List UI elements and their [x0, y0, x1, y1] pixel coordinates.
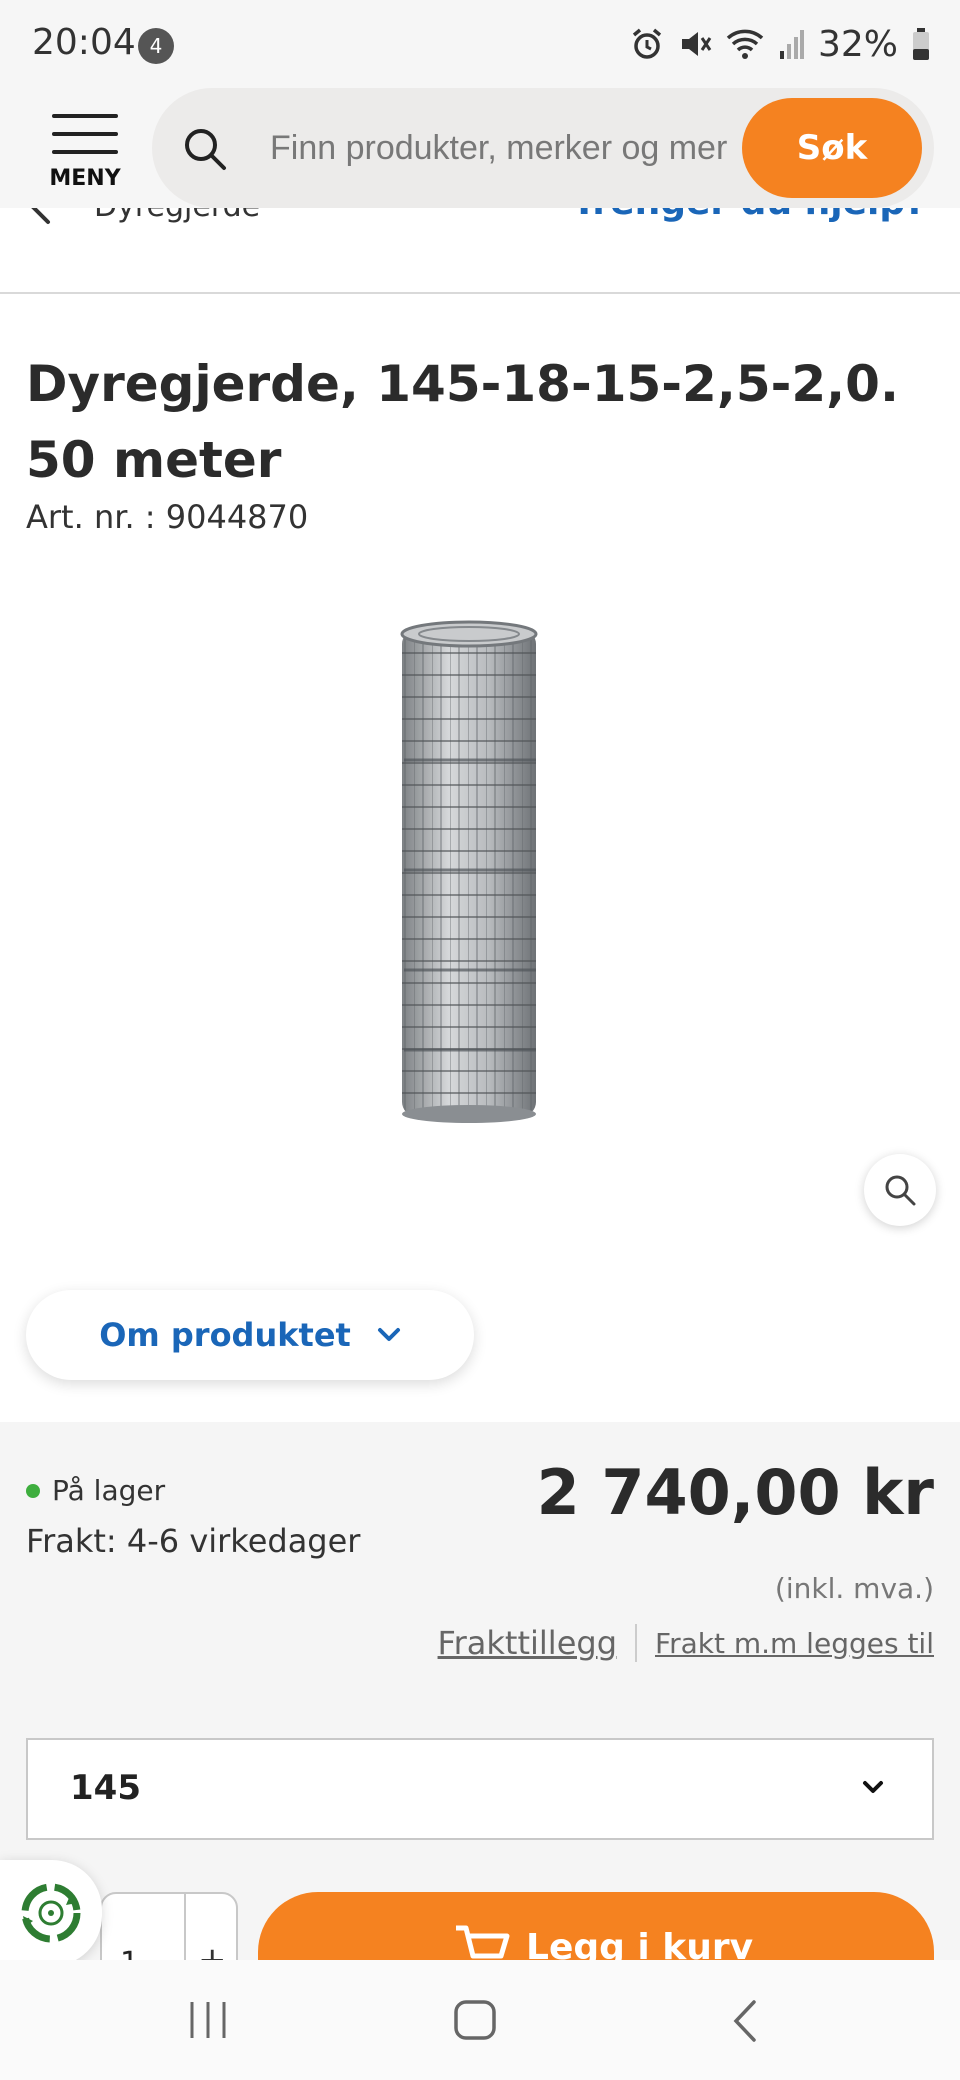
chevron-down-icon [377, 1328, 400, 1341]
breadcrumb: Dyregjerde Trenger du hjelp? [0, 208, 960, 294]
menu-button[interactable]: MENY [38, 108, 132, 192]
signal-icon [779, 30, 804, 59]
freight-added-link[interactable]: Frakt m.m legges til [637, 1627, 934, 1660]
recycle-icon [21, 1883, 81, 1943]
breadcrumb-back-label: Dyregjerde [94, 208, 260, 224]
zoom-button[interactable] [864, 1154, 936, 1226]
breadcrumb-back-link[interactable]: Dyregjerde [28, 208, 260, 226]
status-icons: 32% [630, 22, 930, 66]
stock-status: På lager [26, 1474, 165, 1507]
status-bar: 20:04 4 32% [0, 0, 960, 88]
wifi-icon [726, 29, 764, 59]
product-price: 2 740,00 kr [536, 1456, 934, 1529]
arrow-left-icon [31, 208, 78, 224]
site-header: MENY Søk [0, 88, 960, 208]
about-product-button[interactable]: Om produktet [26, 1290, 474, 1380]
battery-percentage: 32% [817, 23, 898, 65]
about-product-label: Om produktet [99, 1316, 351, 1354]
article-number: Art. nr. : 9044870 [26, 498, 309, 536]
zoom-icon [885, 1175, 916, 1206]
mute-icon [681, 32, 712, 56]
recycle-badge[interactable] [0, 1860, 102, 1966]
chevron-down-icon [863, 1781, 883, 1793]
search-bar: Søk [152, 88, 934, 208]
product-title: Dyregjerde, 145-18-15-2,5-2,0. 50 meter [26, 355, 899, 489]
vat-note: (inkl. mva.) [774, 1572, 934, 1605]
search-icon [185, 129, 226, 170]
product-image[interactable] [396, 620, 540, 1124]
menu-label: MENY [49, 166, 121, 191]
home-icon[interactable] [452, 1998, 498, 2042]
variant-selected-value: 145 [70, 1768, 141, 1808]
back-icon[interactable] [730, 1998, 760, 2044]
battery-icon [913, 28, 929, 60]
search-button[interactable]: Søk [742, 98, 922, 198]
stock-status-text: På lager [52, 1474, 166, 1507]
recent-apps-icon[interactable] [186, 2000, 230, 2040]
status-time: 20:04 [32, 22, 136, 63]
notification-count-badge: 4 [138, 28, 174, 64]
variant-select[interactable]: 145 [26, 1738, 934, 1840]
fees-links: Frakttillegg Frakt m.m legges til [438, 1618, 934, 1668]
freight-surcharge-link[interactable]: Frakttillegg [438, 1624, 637, 1662]
help-link[interactable]: Trenger du hjelp? [572, 208, 926, 223]
stock-indicator-dot [26, 1483, 40, 1498]
system-nav-bar [0, 1960, 960, 2080]
alarm-icon [632, 28, 662, 59]
hamburger-icon [38, 108, 132, 154]
shipping-time: Frakt: 4-6 virkedager [26, 1522, 361, 1560]
